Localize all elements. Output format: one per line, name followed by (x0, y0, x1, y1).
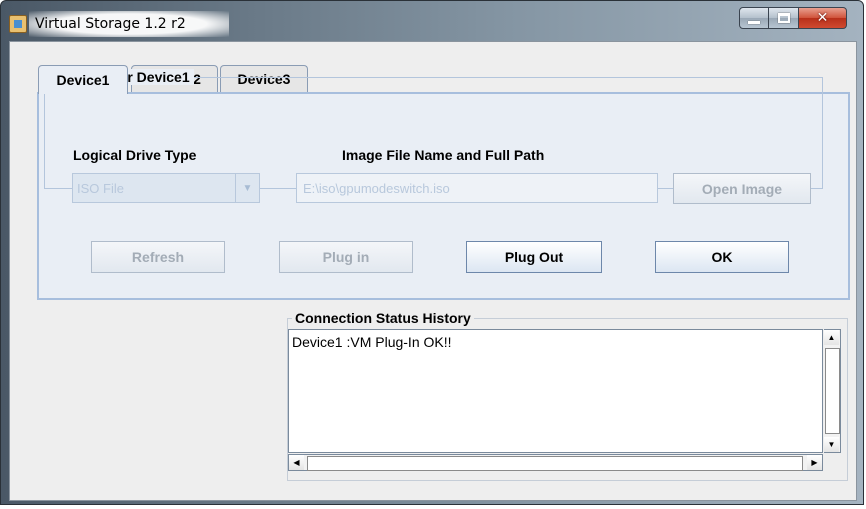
history-title: Connection Status History (292, 310, 474, 326)
vertical-scroll-thumb[interactable] (825, 348, 840, 434)
vertical-scrollbar[interactable]: ▲ ▼ (824, 329, 841, 453)
history-line: Device1 :VM Plug-In OK!! (292, 334, 452, 350)
minimize-button[interactable] (739, 7, 769, 29)
chevron-down-icon[interactable]: ▼ (235, 174, 259, 202)
scroll-up-icon[interactable]: ▲ (824, 330, 839, 345)
window-controls: ✕ (739, 7, 847, 29)
window-title: Virtual Storage 1.2 r2 (35, 16, 186, 32)
minimize-icon (748, 20, 760, 24)
drive-type-select[interactable]: ISO File ▼ (72, 173, 260, 203)
close-icon: ✕ (816, 10, 829, 26)
image-path-field[interactable]: E:\iso\gpumodeswitch.iso (296, 173, 658, 203)
scroll-left-icon[interactable]: ◀ (289, 455, 304, 470)
title-bar[interactable]: Virtual Storage 1.2 r2 ✕ (1, 1, 863, 41)
tab-device1[interactable]: Device1 (38, 65, 128, 94)
horizontal-scrollbar[interactable]: ◀ ▶ (288, 454, 823, 471)
close-button[interactable]: ✕ (799, 7, 847, 29)
plug-out-button[interactable]: Plug Out (466, 241, 602, 273)
maximize-icon (777, 13, 790, 23)
drive-type-label: Logical Drive Type (73, 147, 197, 163)
app-icon (9, 15, 27, 33)
horizontal-scroll-thumb[interactable] (307, 456, 803, 471)
history-list[interactable]: Device1 :VM Plug-In OK!! (288, 329, 823, 453)
drive-type-value: ISO File (77, 181, 124, 196)
plug-in-button[interactable]: Plug in (279, 241, 413, 273)
maximize-button[interactable] (769, 7, 799, 29)
refresh-button[interactable]: Refresh (91, 241, 225, 273)
scroll-down-icon[interactable]: ▼ (824, 437, 839, 452)
image-path-label: Image File Name and Full Path (342, 147, 545, 163)
scroll-right-icon[interactable]: ▶ (807, 455, 822, 470)
ok-button[interactable]: OK (655, 241, 789, 273)
image-path-value: E:\iso\gpumodeswitch.iso (303, 181, 450, 196)
open-image-button[interactable]: Open Image (673, 173, 811, 204)
